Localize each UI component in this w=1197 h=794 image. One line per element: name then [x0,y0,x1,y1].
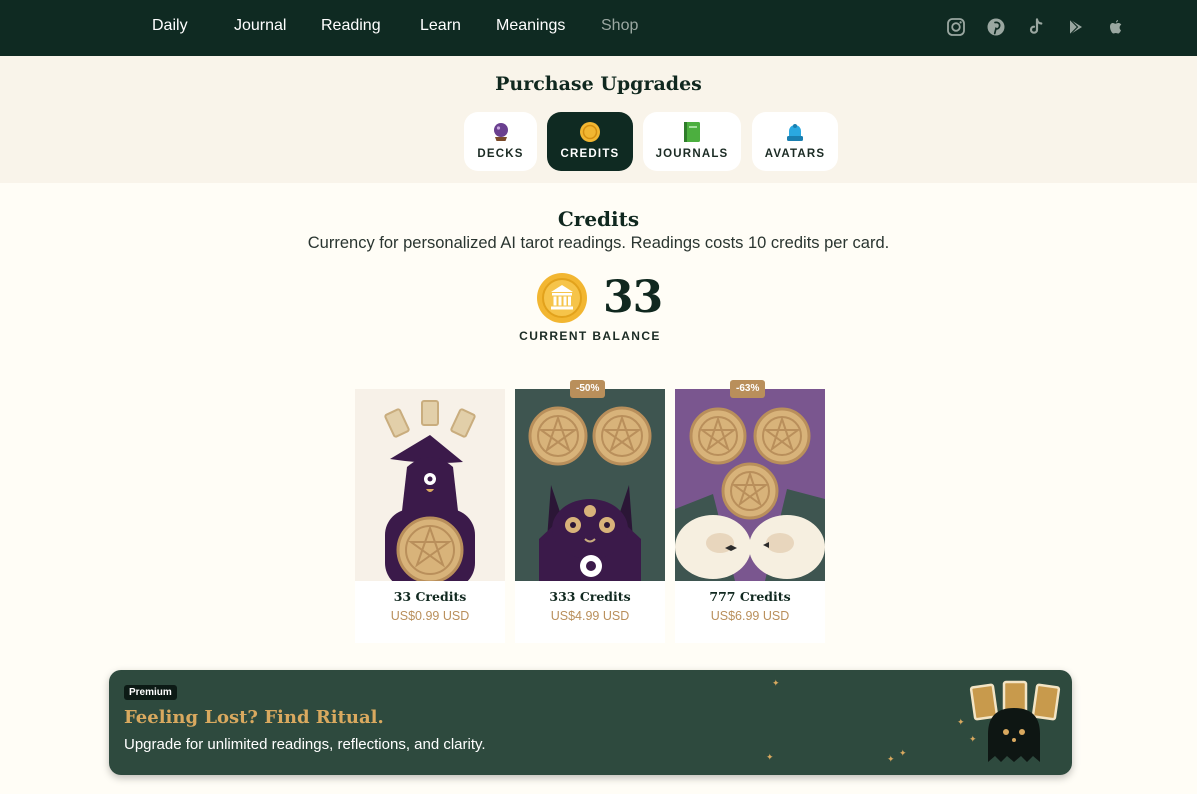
sparkle-icon: ✦ [899,748,907,758]
witch-pentacle-illustration [355,389,505,581]
ghost-with-cards-illustration [957,676,1067,771]
product-card-333[interactable]: 333 Credits US$4.99 USD [515,389,665,643]
google-play-icon[interactable] [1065,16,1087,38]
premium-subtext: Upgrade for unlimited readings, reflecti… [124,736,486,753]
tab-credits-label: CREDITS [560,148,620,160]
upgrade-title: Purchase Upgrades [495,73,702,95]
credits-description: Currency for personalized AI tarot readi… [307,234,890,252]
product-name: 777 Credits [709,589,791,604]
premium-badge: Premium [124,685,177,700]
pinterest-icon[interactable] [985,16,1007,38]
nav-journal[interactable]: Journal [234,17,286,35]
nav-learn[interactable]: Learn [420,17,461,35]
nav-shop[interactable]: Shop [601,17,638,35]
tab-journals[interactable]: JOURNALS [643,112,741,171]
book-icon [681,121,703,143]
tiktok-icon[interactable] [1025,16,1047,38]
coin-icon [579,121,601,143]
tab-credits[interactable]: CREDITS [547,112,633,171]
cat-pentacle-illustration [515,389,665,581]
product-price: US$0.99 USD [390,609,470,623]
balance-value: 33 [603,272,663,323]
apple-icon[interactable] [1105,16,1127,38]
bank-coin-icon [537,273,587,323]
product-card-33[interactable]: 33 Credits US$0.99 USD [355,389,505,643]
discount-badge: -50% [570,380,606,398]
product-price: US$6.99 USD [710,609,790,623]
nav-meanings[interactable]: Meanings [496,17,565,35]
crystal-ball-icon [490,121,512,143]
premium-banner[interactable]: Premium Feeling Lost? Find Ritual. Upgra… [109,670,1072,775]
credits-title: Credits [557,207,640,231]
tab-avatars-label: AVATARS [764,148,826,160]
premium-headline: Feeling Lost? Find Ritual. [124,707,384,728]
sheep-pentacle-illustration [675,389,825,581]
tab-decks-label: DECKS [477,148,524,160]
tab-decks[interactable]: DECKS [464,112,537,171]
tab-avatars[interactable]: AVATARS [752,112,838,171]
balance-label: CURRENT BALANCE [519,329,661,343]
sparkle-icon: ✦ [772,678,780,688]
upgrade-header: Purchase Upgrades DECKS CREDITS JOURNALS… [0,56,1197,183]
sparkle-icon: ✦ [887,754,895,764]
product-price: US$4.99 USD [550,609,630,623]
sparkle-icon: ✦ [766,752,774,762]
tab-journals-label: JOURNALS [655,148,729,160]
product-name: 33 Credits [393,589,467,604]
instagram-icon[interactable] [945,16,967,38]
nav-reading[interactable]: Reading [321,17,381,35]
avatar-icon [784,121,806,143]
discount-badge: -63% [730,380,766,398]
nav-daily[interactable]: Daily [152,17,188,35]
product-card-777[interactable]: 777 Credits US$6.99 USD [675,389,825,643]
top-navigation: Daily Journal Reading Learn Meanings Sho… [0,0,1197,56]
product-name: 333 Credits [549,589,631,604]
